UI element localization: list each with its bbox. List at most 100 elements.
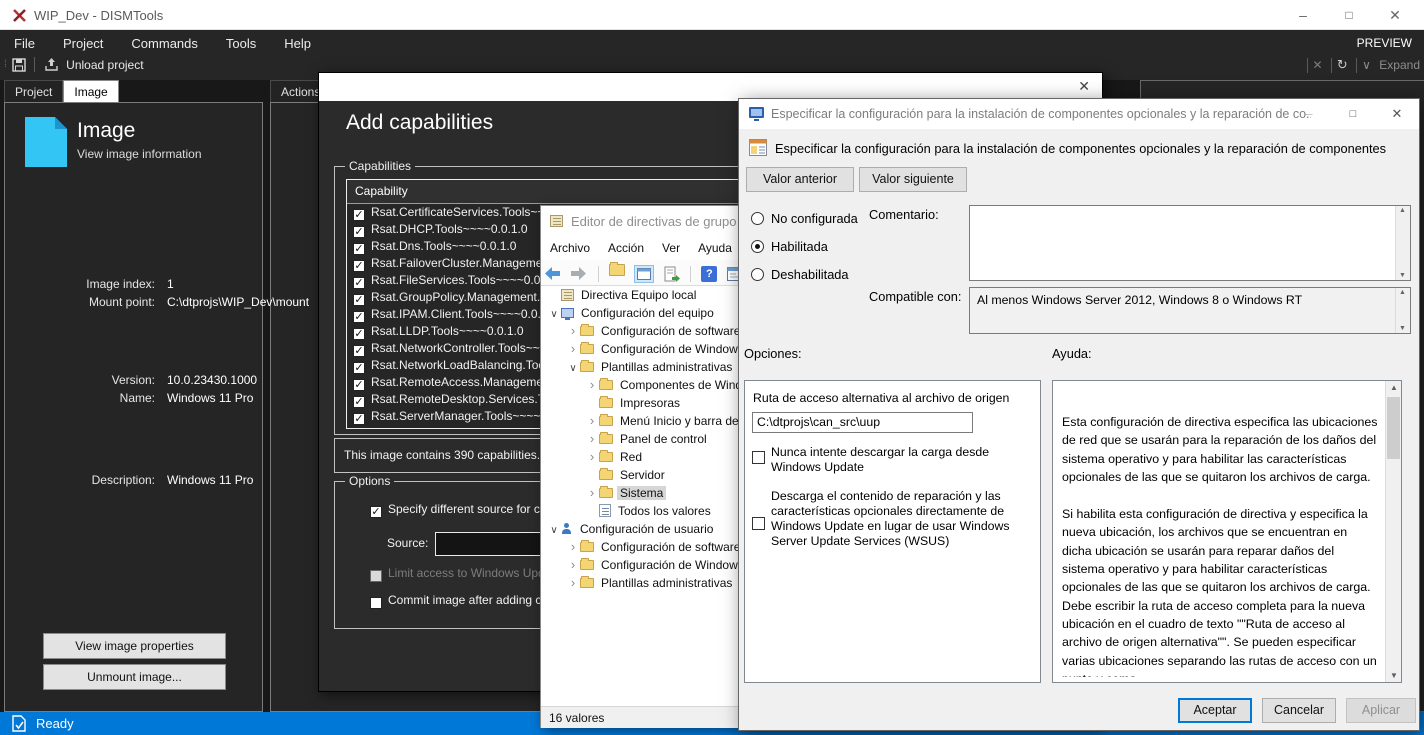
expander-icon[interactable]: ∨	[566, 360, 580, 378]
radio-icon[interactable]	[751, 212, 764, 225]
unmount-image-button[interactable]: Unmount image...	[43, 664, 226, 690]
radio-icon[interactable]	[751, 240, 764, 253]
comment-label: Comentario:	[869, 207, 939, 222]
tree-label: Todos los valores	[615, 504, 714, 518]
menu-item-file[interactable]: File	[0, 30, 49, 57]
expander-icon[interactable]: ›	[585, 412, 599, 430]
minimize-button: –	[1287, 99, 1331, 129]
folder-up-icon[interactable]	[609, 264, 625, 276]
alt-source-path-input[interactable]: C:\dtprojs\can_src\uup	[752, 412, 973, 433]
toolbar-separator	[598, 266, 599, 282]
scrollbar[interactable]: ▲▼	[1395, 288, 1410, 333]
gpedit-menu-item[interactable]: Archivo	[541, 236, 599, 260]
unload-project-icon[interactable]	[44, 57, 59, 72]
never-download-checkbox[interactable]	[752, 451, 765, 464]
checkbox-checked-icon[interactable]: ✓	[353, 345, 365, 357]
expander-icon[interactable]: ›	[566, 556, 580, 574]
expander-icon[interactable]: ›	[566, 538, 580, 556]
checkbox-checked-icon[interactable]: ✓	[353, 277, 365, 289]
back-icon[interactable]	[544, 266, 561, 281]
expander-icon[interactable]: ›	[566, 322, 580, 340]
app-icon	[12, 8, 27, 23]
scroll-down-icon[interactable]: ▼	[1390, 671, 1398, 680]
close-panel-icon[interactable]: ✕	[1313, 58, 1323, 72]
expander-icon[interactable]: ›	[585, 376, 599, 394]
limit-access-checkbox[interactable]: ✓Limit access to Windows Update	[370, 566, 561, 582]
expander-icon[interactable]: ›	[585, 430, 599, 448]
radio-habilitada[interactable]: Habilitada	[751, 239, 828, 254]
download-direct-checkbox[interactable]	[752, 517, 765, 530]
field-label: Image index:	[5, 277, 155, 291]
scroll-up-icon[interactable]: ▲	[1399, 207, 1406, 214]
checkbox-checked-icon[interactable]: ✓	[353, 362, 365, 374]
close-button[interactable]: ✕	[1372, 0, 1418, 30]
checkbox-checked-icon[interactable]: ✓	[353, 226, 365, 238]
field-value: Windows 11 Pro	[167, 391, 253, 405]
close-button[interactable]: ✕	[1375, 99, 1419, 129]
menu-item-help[interactable]: Help	[270, 30, 325, 57]
gpedit-menu-item[interactable]: Ayuda	[689, 236, 741, 260]
checkbox-checked-icon[interactable]: ✓	[353, 413, 365, 425]
view-image-properties-button[interactable]: View image properties	[43, 633, 226, 659]
expander-icon[interactable]: ›	[566, 340, 580, 358]
checkbox-checked-icon[interactable]: ✓	[353, 294, 365, 306]
save-icon[interactable]	[12, 58, 26, 72]
scroll-up-icon[interactable]: ▲	[1399, 289, 1406, 296]
minimize-button[interactable]: –	[1280, 0, 1326, 30]
chevron-down-icon[interactable]: ∨	[1362, 58, 1371, 72]
scroll-up-icon[interactable]: ▲	[1390, 383, 1398, 392]
help-scrollbar[interactable]: ▲ ▼	[1385, 381, 1401, 682]
expander-icon[interactable]: ›	[566, 574, 580, 592]
tab-image[interactable]: Image	[63, 80, 118, 102]
menu-item-tools[interactable]: Tools	[212, 30, 270, 57]
maximize-button[interactable]: □	[1326, 0, 1372, 30]
checkbox-checked-icon[interactable]: ✓	[353, 328, 365, 340]
cancel-button[interactable]: Cancelar	[1262, 698, 1336, 723]
checkbox-checked-icon[interactable]: ✓	[353, 260, 365, 272]
gpedit-menu-item[interactable]: Acción	[599, 236, 653, 260]
radio-icon[interactable]	[751, 268, 764, 281]
export-list-icon[interactable]	[664, 266, 680, 282]
add-capabilities-heading: Add capabilities	[346, 111, 493, 135]
close-icon[interactable]: ✕	[1078, 78, 1090, 95]
checkbox-checked-icon[interactable]: ✓	[353, 243, 365, 255]
refresh-icon[interactable]: ↻	[1337, 57, 1348, 72]
gpedit-menu-item[interactable]: Ver	[653, 236, 689, 260]
maximize-button[interactable]: □	[1331, 99, 1375, 129]
supported-on-box[interactable]: Al menos Windows Server 2012, Windows 8 …	[969, 287, 1411, 334]
ready-status-icon	[12, 715, 26, 732]
checkbox-checked-icon[interactable]: ✓	[353, 396, 365, 408]
toolbar-grip-icon[interactable]: ⁞	[4, 59, 5, 70]
scrollbar-thumb[interactable]	[1387, 397, 1400, 459]
tab-project[interactable]: Project	[4, 80, 63, 102]
expand-button[interactable]: Expand	[1379, 58, 1420, 72]
checkbox-checked-icon[interactable]: ✓	[370, 506, 382, 518]
console-tree-icon[interactable]	[634, 265, 654, 283]
help-icon[interactable]: ?	[701, 266, 717, 282]
scrollbar[interactable]: ▲▼	[1395, 206, 1410, 280]
forward-icon[interactable]	[570, 266, 587, 281]
checkbox-checked-icon[interactable]: ✓	[353, 379, 365, 391]
tree-label: Plantillas administrativas	[598, 576, 735, 590]
radio-no-configurada[interactable]: No configurada	[751, 211, 858, 226]
menu-item-project[interactable]: Project	[49, 30, 117, 57]
expander-icon[interactable]: ∨	[547, 522, 561, 540]
expander-icon[interactable]: ›	[585, 448, 599, 466]
scroll-down-icon[interactable]: ▼	[1399, 272, 1406, 279]
checkbox-unchecked-icon[interactable]: ✓	[370, 570, 382, 582]
unload-project-button[interactable]: Unload project	[66, 58, 143, 72]
tree-label: Directiva Equipo local	[578, 288, 699, 302]
expander-icon[interactable]: ∨	[547, 306, 561, 324]
comment-input[interactable]: ▲▼	[969, 205, 1411, 281]
field-value: Windows 11 Pro	[167, 473, 253, 487]
checkbox-checked-icon[interactable]: ✓	[353, 311, 365, 323]
expander-icon[interactable]: ›	[585, 484, 599, 502]
scroll-down-icon[interactable]: ▼	[1399, 325, 1406, 332]
radio-deshabilitada[interactable]: Deshabilitada	[751, 267, 849, 282]
checkbox-unchecked-icon[interactable]: ✓	[370, 597, 382, 609]
user-icon	[561, 523, 573, 535]
checkbox-checked-icon[interactable]: ✓	[353, 209, 365, 221]
never-download-label: Nunca intente descargar la carga desde W…	[771, 445, 1023, 475]
menu-item-commands[interactable]: Commands	[117, 30, 211, 57]
accept-button[interactable]: Aceptar	[1178, 698, 1252, 723]
